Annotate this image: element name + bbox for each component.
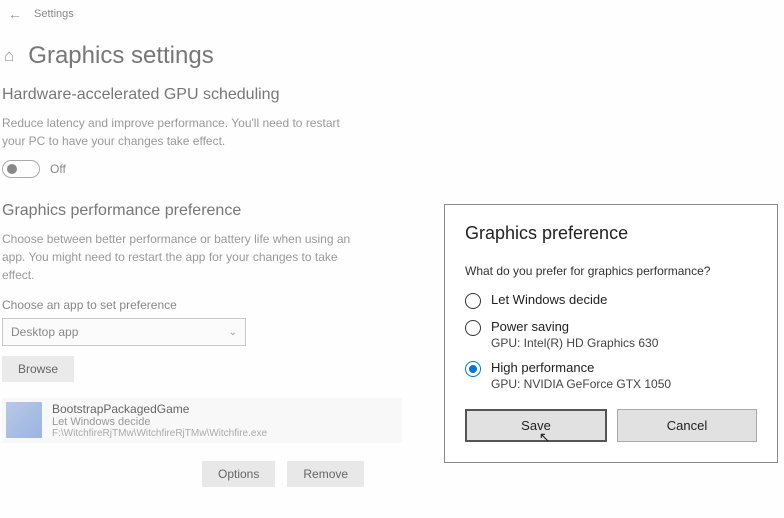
- title-bar: ← Settings: [0, 0, 784, 28]
- cancel-button[interactable]: Cancel: [617, 409, 757, 442]
- radio-content: High performance GPU: NVIDIA GeForce GTX…: [491, 360, 671, 391]
- home-icon[interactable]: ⌂: [4, 46, 14, 66]
- app-path-label: F:\WitchfireRjTMw\WitchfireRjTMw\Witchfi…: [52, 428, 398, 439]
- dropdown-value: Desktop app: [11, 325, 78, 339]
- gpu-scheduling-description: Reduce latency and improve performance. …: [2, 114, 362, 150]
- app-name-label: BootstrapPackagedGame: [52, 402, 398, 416]
- options-button[interactable]: Options: [202, 461, 275, 487]
- radio-label: High performance: [491, 360, 671, 375]
- radio-sublabel: GPU: NVIDIA GeForce GTX 1050: [491, 377, 671, 391]
- gpu-scheduling-heading: Hardware-accelerated GPU scheduling: [2, 86, 782, 104]
- gpu-scheduling-toggle-row: Off: [2, 160, 782, 178]
- dialog-title: Graphics preference: [465, 223, 757, 244]
- dialog-question: What do you prefer for graphics performa…: [465, 264, 757, 278]
- app-list-item[interactable]: BootstrapPackagedGame Let Windows decide…: [2, 398, 402, 443]
- chevron-down-icon: ⌄: [229, 327, 237, 338]
- performance-description: Choose between better performance or bat…: [2, 230, 362, 284]
- radio-option-power-saving[interactable]: Power saving GPU: Intel(R) HD Graphics 6…: [465, 319, 757, 350]
- cursor-icon: ↖: [539, 430, 551, 444]
- app-action-buttons: Options Remove: [202, 461, 782, 487]
- radio-icon: [465, 361, 481, 377]
- gpu-scheduling-section: Hardware-accelerated GPU scheduling Redu…: [0, 86, 784, 178]
- radio-icon: [465, 320, 481, 336]
- radio-label: Power saving: [491, 319, 658, 334]
- app-info: BootstrapPackagedGame Let Windows decide…: [52, 402, 398, 439]
- toggle-knob: [7, 164, 17, 174]
- back-arrow-icon[interactable]: ←: [8, 6, 22, 22]
- dialog-buttons: Save ↖ Cancel: [465, 409, 757, 442]
- app-type-dropdown[interactable]: Desktop app ⌄: [2, 318, 246, 346]
- save-button[interactable]: Save ↖: [465, 409, 607, 442]
- app-icon: [6, 402, 42, 438]
- app-name: Settings: [34, 8, 74, 20]
- browse-button[interactable]: Browse: [2, 356, 74, 382]
- gpu-scheduling-toggle[interactable]: [2, 160, 40, 178]
- radio-content: Let Windows decide: [491, 292, 607, 307]
- remove-button[interactable]: Remove: [287, 461, 364, 487]
- page-title: Graphics settings: [28, 42, 213, 70]
- page-header: ⌂ Graphics settings: [0, 28, 784, 86]
- toggle-label: Off: [50, 162, 66, 176]
- radio-content: Power saving GPU: Intel(R) HD Graphics 6…: [491, 319, 658, 350]
- radio-option-let-windows-decide[interactable]: Let Windows decide: [465, 292, 757, 309]
- radio-icon: [465, 293, 481, 309]
- app-preference-label: Let Windows decide: [52, 416, 398, 428]
- graphics-preference-dialog: Graphics preference What do you prefer f…: [444, 204, 778, 463]
- radio-sublabel: GPU: Intel(R) HD Graphics 630: [491, 336, 658, 350]
- radio-label: Let Windows decide: [491, 292, 607, 307]
- radio-option-high-performance[interactable]: High performance GPU: NVIDIA GeForce GTX…: [465, 360, 757, 391]
